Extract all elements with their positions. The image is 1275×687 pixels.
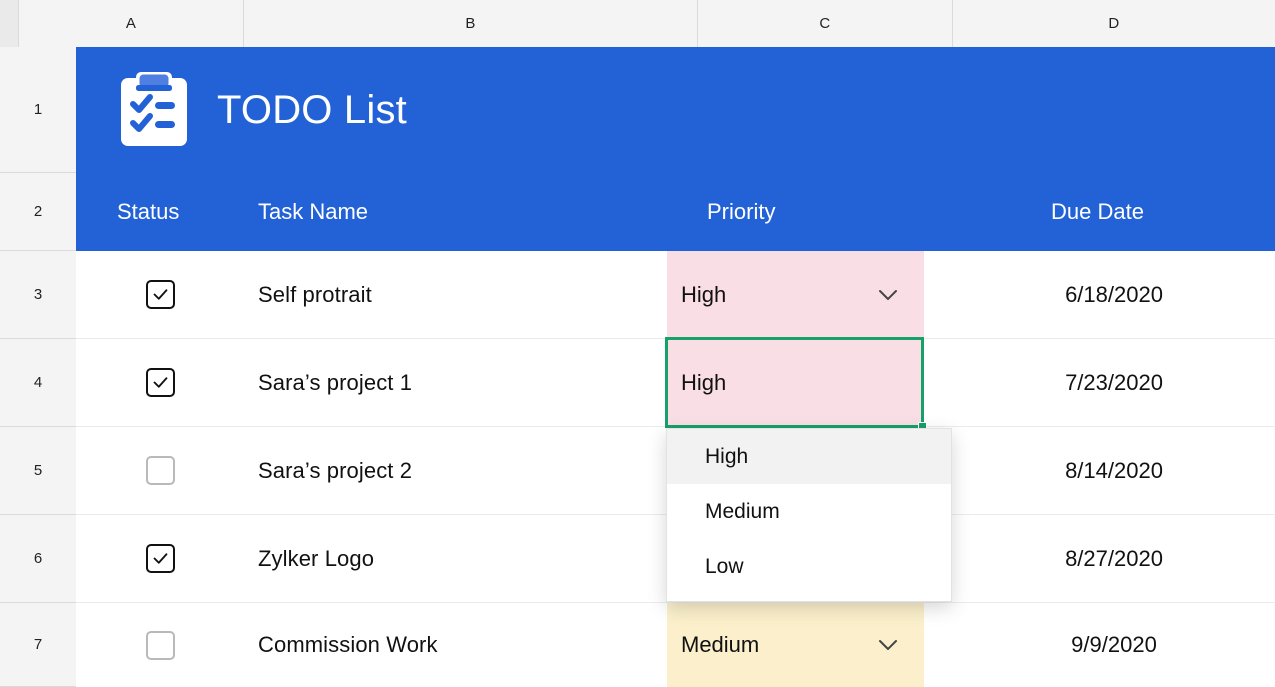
row-header-6-label: 6: [33, 550, 43, 567]
table-row: Self protrait High 6/18/2020: [76, 251, 1275, 339]
column-header-d-label: D: [1108, 15, 1120, 32]
select-all-corner[interactable]: [0, 0, 18, 47]
row-header-4[interactable]: 4: [0, 339, 76, 427]
column-header-b[interactable]: B: [244, 0, 698, 47]
row-header-5-label: 5: [33, 462, 43, 479]
table-row: Sara’s project 1 High 7/23/2020: [76, 339, 1275, 427]
due-date-cell[interactable]: 8/27/2020: [953, 515, 1275, 602]
column-label-due-date: Due Date: [1051, 199, 1144, 224]
row-header-1[interactable]: 1: [0, 47, 76, 173]
row-header-2-label: 2: [33, 203, 43, 220]
column-label-status: Status: [117, 199, 180, 224]
row-number-gutter: 1 2 3 4 5 6 7: [0, 47, 76, 687]
column-label-priority: Priority: [707, 199, 776, 224]
status-cell[interactable]: [76, 603, 244, 687]
status-cell[interactable]: [76, 339, 244, 426]
dropdown-option-medium[interactable]: Medium: [667, 484, 951, 539]
task-name-cell[interactable]: Commission Work: [252, 603, 666, 687]
priority-value: High: [681, 281, 727, 307]
row-header-3-label: 3: [33, 286, 43, 303]
status-cell[interactable]: [76, 515, 244, 602]
task-name-cell[interactable]: Sara’s project 2: [252, 427, 666, 514]
check-icon: [153, 289, 167, 300]
priority-cell-selected[interactable]: High: [667, 339, 924, 426]
check-icon: [153, 553, 167, 564]
column-header-c[interactable]: C: [698, 0, 953, 47]
spreadsheet-app: A B C D 1 2 3 4 5 6 7 TODO List Status T…: [0, 0, 1275, 687]
status-cell[interactable]: [76, 251, 244, 338]
row-header-4-label: 4: [33, 374, 43, 391]
clipboard-checklist-icon: [121, 72, 187, 146]
column-header-a[interactable]: A: [18, 0, 244, 47]
column-header-c-label: C: [819, 15, 831, 32]
row-header-1-label: 1: [33, 101, 43, 118]
status-checkbox[interactable]: [145, 280, 175, 309]
dropdown-option-high[interactable]: High: [667, 429, 951, 484]
status-checkbox[interactable]: [145, 456, 175, 485]
table-row: Commission Work Medium 9/9/2020: [76, 603, 1275, 687]
status-cell[interactable]: [76, 427, 244, 514]
task-name-cell[interactable]: Self protrait: [252, 251, 666, 338]
status-checkbox[interactable]: [145, 630, 175, 660]
priority-value: Medium: [681, 632, 760, 657]
dropdown-option-low[interactable]: Low: [667, 539, 951, 594]
due-date-cell[interactable]: 6/18/2020: [953, 251, 1275, 338]
column-header-d[interactable]: D: [953, 0, 1275, 47]
table-header-row: Status Task Name Priority Due Date: [76, 173, 1275, 251]
column-header-strip: A B C D: [0, 0, 1275, 47]
due-date-cell[interactable]: 8/14/2020: [953, 427, 1275, 514]
status-checkbox[interactable]: [145, 368, 175, 397]
status-checkbox[interactable]: [145, 544, 175, 573]
column-header-a-label: A: [125, 15, 137, 32]
column-label-task-name: Task Name: [258, 199, 369, 224]
chevron-down-icon[interactable]: [878, 289, 898, 301]
priority-dropdown-menu[interactable]: High Medium Low: [666, 428, 952, 602]
check-icon: [153, 377, 167, 388]
due-date-cell[interactable]: 7/23/2020: [953, 339, 1275, 426]
page-title: TODO List: [217, 87, 407, 132]
priority-cell[interactable]: High: [667, 251, 924, 338]
priority-cell[interactable]: Medium: [667, 603, 924, 687]
row-header-2[interactable]: 2: [0, 173, 76, 251]
column-header-b-label: B: [465, 15, 476, 32]
chevron-down-icon[interactable]: [878, 639, 898, 651]
row-header-5[interactable]: 5: [0, 427, 76, 515]
task-name-cell[interactable]: Zylker Logo: [252, 515, 666, 602]
row-header-6[interactable]: 6: [0, 515, 76, 603]
row-header-3[interactable]: 3: [0, 251, 76, 339]
due-date-cell[interactable]: 9/9/2020: [953, 603, 1275, 687]
task-name-cell[interactable]: Sara’s project 1: [252, 339, 666, 426]
todo-banner: TODO List: [76, 47, 1275, 173]
priority-value: High: [681, 369, 727, 395]
row-header-7[interactable]: 7: [0, 603, 76, 687]
row-header-7-label: 7: [33, 636, 43, 653]
